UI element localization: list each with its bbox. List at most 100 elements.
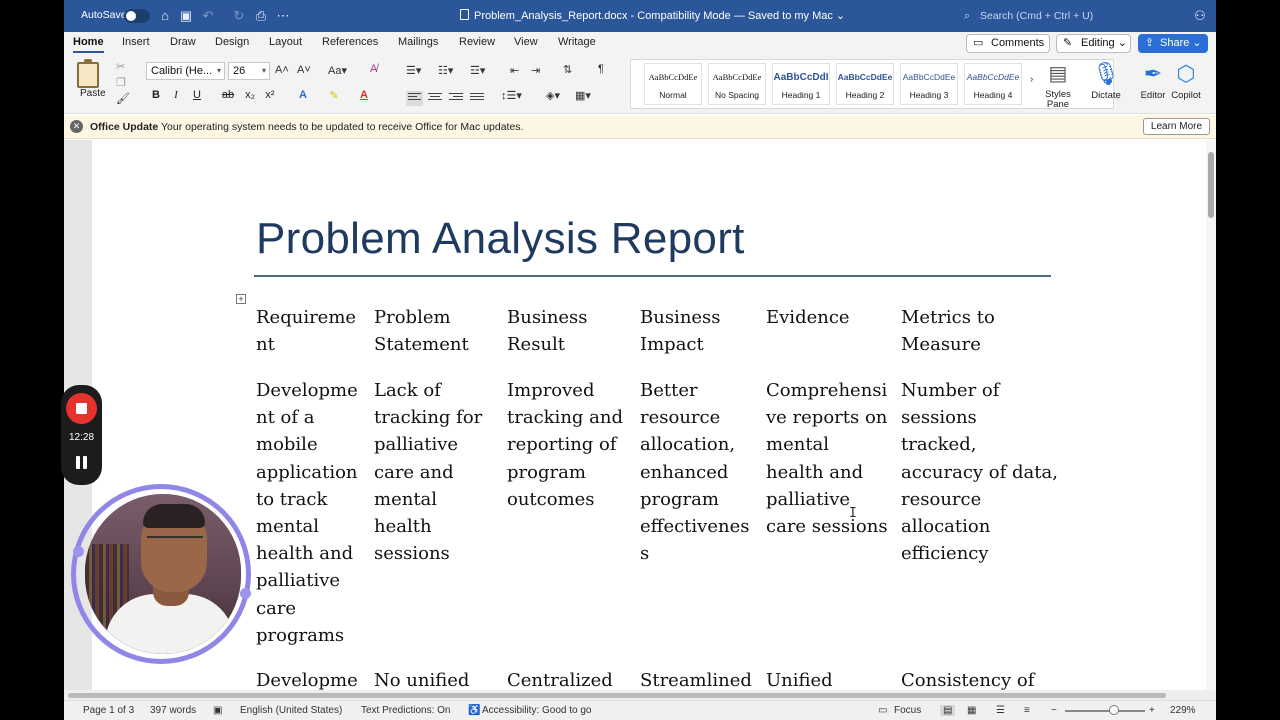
strikethrough-icon[interactable]: ab — [220, 89, 236, 101]
account-icon[interactable]: ⚇ — [1191, 7, 1209, 25]
web-layout-icon[interactable]: ▦ — [967, 705, 976, 716]
tab-mailings[interactable]: Mailings — [398, 36, 438, 48]
decrease-indent-icon[interactable]: ⇤ — [510, 64, 519, 77]
highlight-icon[interactable]: ✎ — [326, 89, 342, 102]
sort-icon[interactable]: ⇅ — [563, 63, 572, 76]
scroll-thumb[interactable] — [1208, 152, 1214, 218]
zoom-out-icon[interactable]: − — [1051, 705, 1057, 716]
styles-pane-button[interactable]: ▤ Styles Pane — [1044, 58, 1072, 110]
paste-label[interactable]: Paste — [80, 88, 106, 99]
copy-icon[interactable]: ❐ — [116, 76, 126, 89]
undo-icon[interactable]: ↶ — [199, 7, 217, 25]
scroll-thumb[interactable] — [68, 693, 1166, 698]
draft-icon[interactable]: ≡ — [1024, 705, 1030, 716]
webcam-resize-handle[interactable] — [73, 546, 84, 557]
zoom-slider-knob[interactable] — [1109, 705, 1119, 715]
print-icon[interactable]: ⎙ — [252, 7, 270, 25]
style-normal[interactable]: AaBbCcDdEe Normal — [644, 63, 702, 105]
change-case-icon[interactable]: Aa▾ — [328, 64, 347, 77]
align-left-icon[interactable] — [406, 91, 423, 106]
text-predictions[interactable]: Text Predictions: On — [361, 705, 450, 716]
autosave-toggle[interactable] — [124, 9, 150, 23]
style-heading-2[interactable]: AaBbCcDdEe Heading 2 — [836, 63, 894, 105]
multilevel-list-icon[interactable]: ☲▾ — [470, 64, 485, 77]
shrink-font-icon[interactable]: A˅ — [297, 64, 311, 76]
tab-view[interactable]: View — [514, 36, 538, 48]
font-color-icon[interactable]: A — [356, 89, 372, 101]
more-icon[interactable]: ⋯ — [274, 7, 292, 25]
zoom-slider[interactable] — [1065, 710, 1145, 712]
numbering-icon[interactable]: ☷▾ — [438, 64, 453, 77]
horizontal-scrollbar[interactable] — [64, 690, 1216, 700]
styles-gallery: AaBbCcDdEe Normal AaBbCcDdEe No Spacing … — [630, 59, 1114, 109]
proofing-icon[interactable]: ▣ — [213, 705, 222, 716]
italic-icon[interactable]: I — [168, 89, 184, 101]
font-size-select[interactable]: 26 ▾ — [228, 62, 270, 80]
clipboard-icon[interactable] — [77, 59, 99, 88]
show-formatting-icon[interactable]: ¶ — [598, 63, 604, 75]
tab-draw[interactable]: Draw — [170, 36, 196, 48]
tab-layout[interactable]: Layout — [269, 36, 302, 48]
style-heading-3[interactable]: AaBbCcDdEe Heading 3 — [900, 63, 958, 105]
increase-indent-icon[interactable]: ⇥ — [531, 64, 540, 77]
grow-font-icon[interactable]: A˄ — [275, 64, 289, 76]
subscript-icon[interactable]: x₂ — [242, 89, 258, 101]
document-title-bar[interactable]: Problem_Analysis_Report.docx - Compatibi… — [460, 9, 845, 22]
stop-recording-button[interactable] — [66, 393, 97, 424]
accessibility-status[interactable]: Accessibility: Good to go — [482, 705, 592, 716]
cut-icon[interactable]: ✂ — [116, 60, 125, 73]
word-count[interactable]: 397 words — [150, 705, 196, 716]
vertical-scrollbar[interactable] — [1206, 140, 1216, 690]
zoom-in-icon[interactable]: + — [1149, 705, 1155, 716]
tab-home[interactable]: Home — [73, 36, 104, 53]
tab-references[interactable]: References — [322, 36, 378, 48]
print-layout-icon[interactable]: ▤ — [940, 705, 956, 716]
tab-design[interactable]: Design — [215, 36, 249, 48]
tab-review[interactable]: Review — [459, 36, 495, 48]
outline-icon[interactable]: ☰ — [996, 705, 1005, 716]
clear-formatting-icon[interactable]: A̸ — [370, 63, 377, 75]
search-box[interactable]: ⌕ Search (Cmd + Ctrl + U) — [960, 6, 1182, 26]
align-right-icon[interactable] — [449, 93, 463, 105]
comments-button[interactable]: ▭ Comments — [966, 34, 1050, 53]
table-move-handle[interactable]: + — [236, 294, 246, 304]
style-heading-1[interactable]: AaBbCcDdI Heading 1 — [772, 63, 830, 105]
webcam-resize-handle[interactable] — [240, 588, 251, 599]
editing-mode-button[interactable]: ✎ Editing ⌄ — [1056, 34, 1131, 53]
copilot-button[interactable]: ⬡ Copilot — [1170, 58, 1202, 101]
gallery-more-icon[interactable]: › — [1030, 74, 1033, 85]
font-name-select[interactable]: Calibri (He... ▾ — [146, 62, 225, 80]
borders-icon[interactable]: ▦▾ — [575, 89, 591, 102]
pause-icon[interactable] — [75, 456, 88, 469]
superscript-icon[interactable]: x² — [262, 89, 278, 101]
text-effects-icon[interactable]: A — [295, 89, 311, 101]
page-count[interactable]: Page 1 of 3 — [83, 705, 134, 716]
align-center-icon[interactable] — [428, 93, 442, 105]
zoom-level[interactable]: 229% — [1170, 705, 1196, 716]
close-icon[interactable]: ✕ — [70, 120, 83, 133]
style-no-spacing[interactable]: AaBbCcDdEe No Spacing — [708, 63, 766, 105]
format-painter-icon[interactable]: 🖌 — [116, 92, 130, 105]
line-spacing-icon[interactable]: ↕☰▾ — [501, 89, 522, 102]
editor-button[interactable]: ✒ Editor — [1139, 58, 1167, 101]
tab-writage[interactable]: Writage — [558, 36, 596, 48]
learn-more-button[interactable]: Learn More — [1143, 118, 1210, 135]
redo-icon[interactable]: ↻ — [230, 7, 248, 25]
shading-icon[interactable]: ◈▾ — [546, 89, 560, 102]
style-sample: AaBbCcDdEe — [712, 72, 762, 82]
title-bar: AutoSave ⌂ ▣ ↶ ↻ ⎙ ⋯ Problem_Analysis_Re… — [64, 0, 1216, 32]
underline-icon[interactable]: U — [189, 89, 205, 101]
save-icon[interactable]: ▣ — [177, 7, 195, 25]
style-heading-4[interactable]: AaBbCcDdEe Heading 4 — [964, 63, 1022, 105]
justify-icon[interactable] — [470, 93, 484, 105]
dictate-button[interactable]: 🎙 Dictate — [1089, 58, 1123, 101]
home-icon[interactable]: ⌂ — [156, 7, 174, 25]
tab-insert[interactable]: Insert — [122, 36, 150, 48]
language[interactable]: English (United States) — [240, 705, 342, 716]
document-page[interactable]: Problem Analysis Report + Requireme nt P… — [92, 140, 1206, 690]
focus-button[interactable]: Focus — [894, 705, 921, 716]
table-header-cell: Business Result — [507, 307, 588, 356]
bullets-icon[interactable]: ☰▾ — [406, 64, 421, 77]
bold-icon[interactable]: B — [148, 89, 164, 101]
share-button[interactable]: ⇪ Share ⌄ — [1138, 34, 1208, 53]
